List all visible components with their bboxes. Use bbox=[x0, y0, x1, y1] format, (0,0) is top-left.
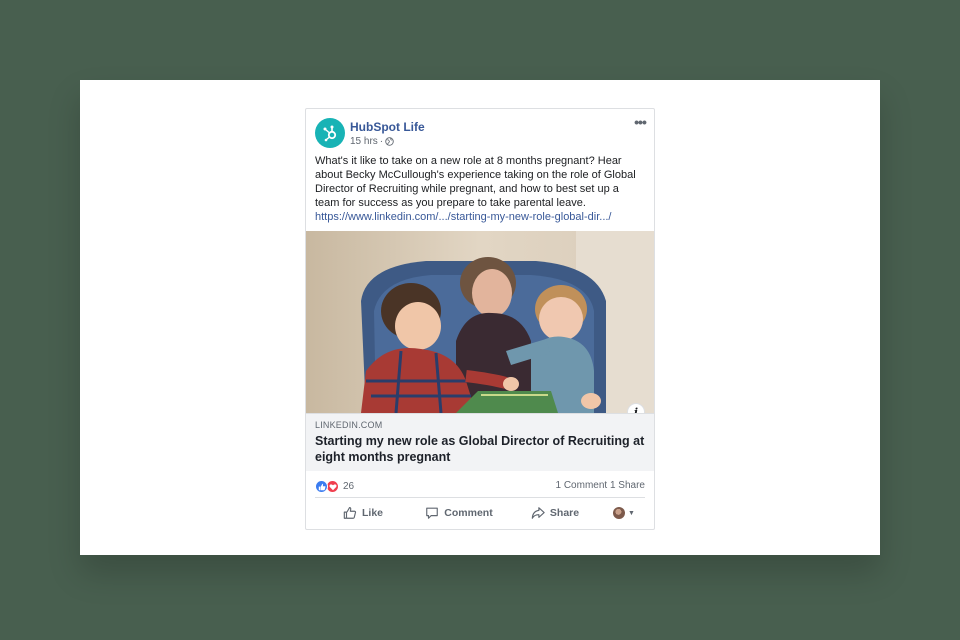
share-arrow-icon bbox=[531, 507, 545, 519]
engagement-stats: 26 1 Comment 1 Share bbox=[315, 475, 645, 498]
link-preview-card[interactable]: i LINKEDIN.COM Starting my new role as G… bbox=[306, 231, 654, 471]
meta-separator: · bbox=[379, 136, 384, 147]
comment-count-link[interactable]: 1 Comment bbox=[556, 480, 608, 491]
reaction-count: 26 bbox=[343, 481, 355, 492]
share-button[interactable]: Share bbox=[507, 501, 603, 525]
globe-icon[interactable] bbox=[385, 137, 394, 146]
link-preview-meta: LINKEDIN.COM Starting my new role as Glo… bbox=[306, 413, 654, 471]
slide-card: HubSpot Life 15 hrs · ••• What's it like… bbox=[80, 80, 880, 555]
hubspot-logo-avatar[interactable] bbox=[315, 118, 345, 148]
comment-bubble-icon bbox=[426, 507, 439, 519]
link-domain: LINKEDIN.COM bbox=[315, 420, 383, 430]
facebook-post: HubSpot Life 15 hrs · ••• What's it like… bbox=[305, 108, 655, 530]
caret-down-icon: ▼ bbox=[628, 509, 635, 517]
post-url-link[interactable]: https://www.linkedin.com/.../starting-my… bbox=[315, 210, 645, 224]
share-label: Share bbox=[549, 507, 580, 519]
post-timestamp[interactable]: 15 hrs bbox=[350, 136, 378, 147]
link-title[interactable]: Starting my new role as Global Director … bbox=[315, 434, 645, 465]
more-options-icon[interactable]: ••• bbox=[632, 115, 648, 130]
user-avatar bbox=[613, 507, 626, 519]
link-preview-image[interactable] bbox=[306, 231, 654, 413]
page-name-link[interactable]: HubSpot Life bbox=[350, 120, 425, 134]
comment-label: Comment bbox=[444, 507, 493, 519]
thumbs-up-icon bbox=[343, 507, 357, 519]
post-message: What's it like to take on a new role at … bbox=[315, 155, 636, 209]
post-meta: 15 hrs · bbox=[350, 136, 394, 147]
hubspot-sprocket-icon bbox=[323, 125, 337, 142]
like-reaction-icon bbox=[315, 480, 328, 493]
like-button[interactable]: Like bbox=[315, 501, 411, 525]
reactions-summary[interactable]: 26 bbox=[315, 480, 354, 493]
post-as-selector[interactable]: ▼ bbox=[603, 501, 645, 525]
photo-woman-reading-icon bbox=[306, 231, 654, 413]
like-label: Like bbox=[361, 507, 383, 519]
action-bar: Like Comment Share ▼ bbox=[315, 501, 645, 525]
post-body: What's it like to take on a new role at … bbox=[315, 154, 645, 224]
comment-button[interactable]: Comment bbox=[411, 501, 507, 525]
share-count-link[interactable]: 1 Share bbox=[610, 480, 645, 491]
post-header: HubSpot Life 15 hrs · ••• bbox=[315, 115, 648, 150]
comment-share-counts: 1 Comment 1 Share bbox=[556, 480, 646, 491]
